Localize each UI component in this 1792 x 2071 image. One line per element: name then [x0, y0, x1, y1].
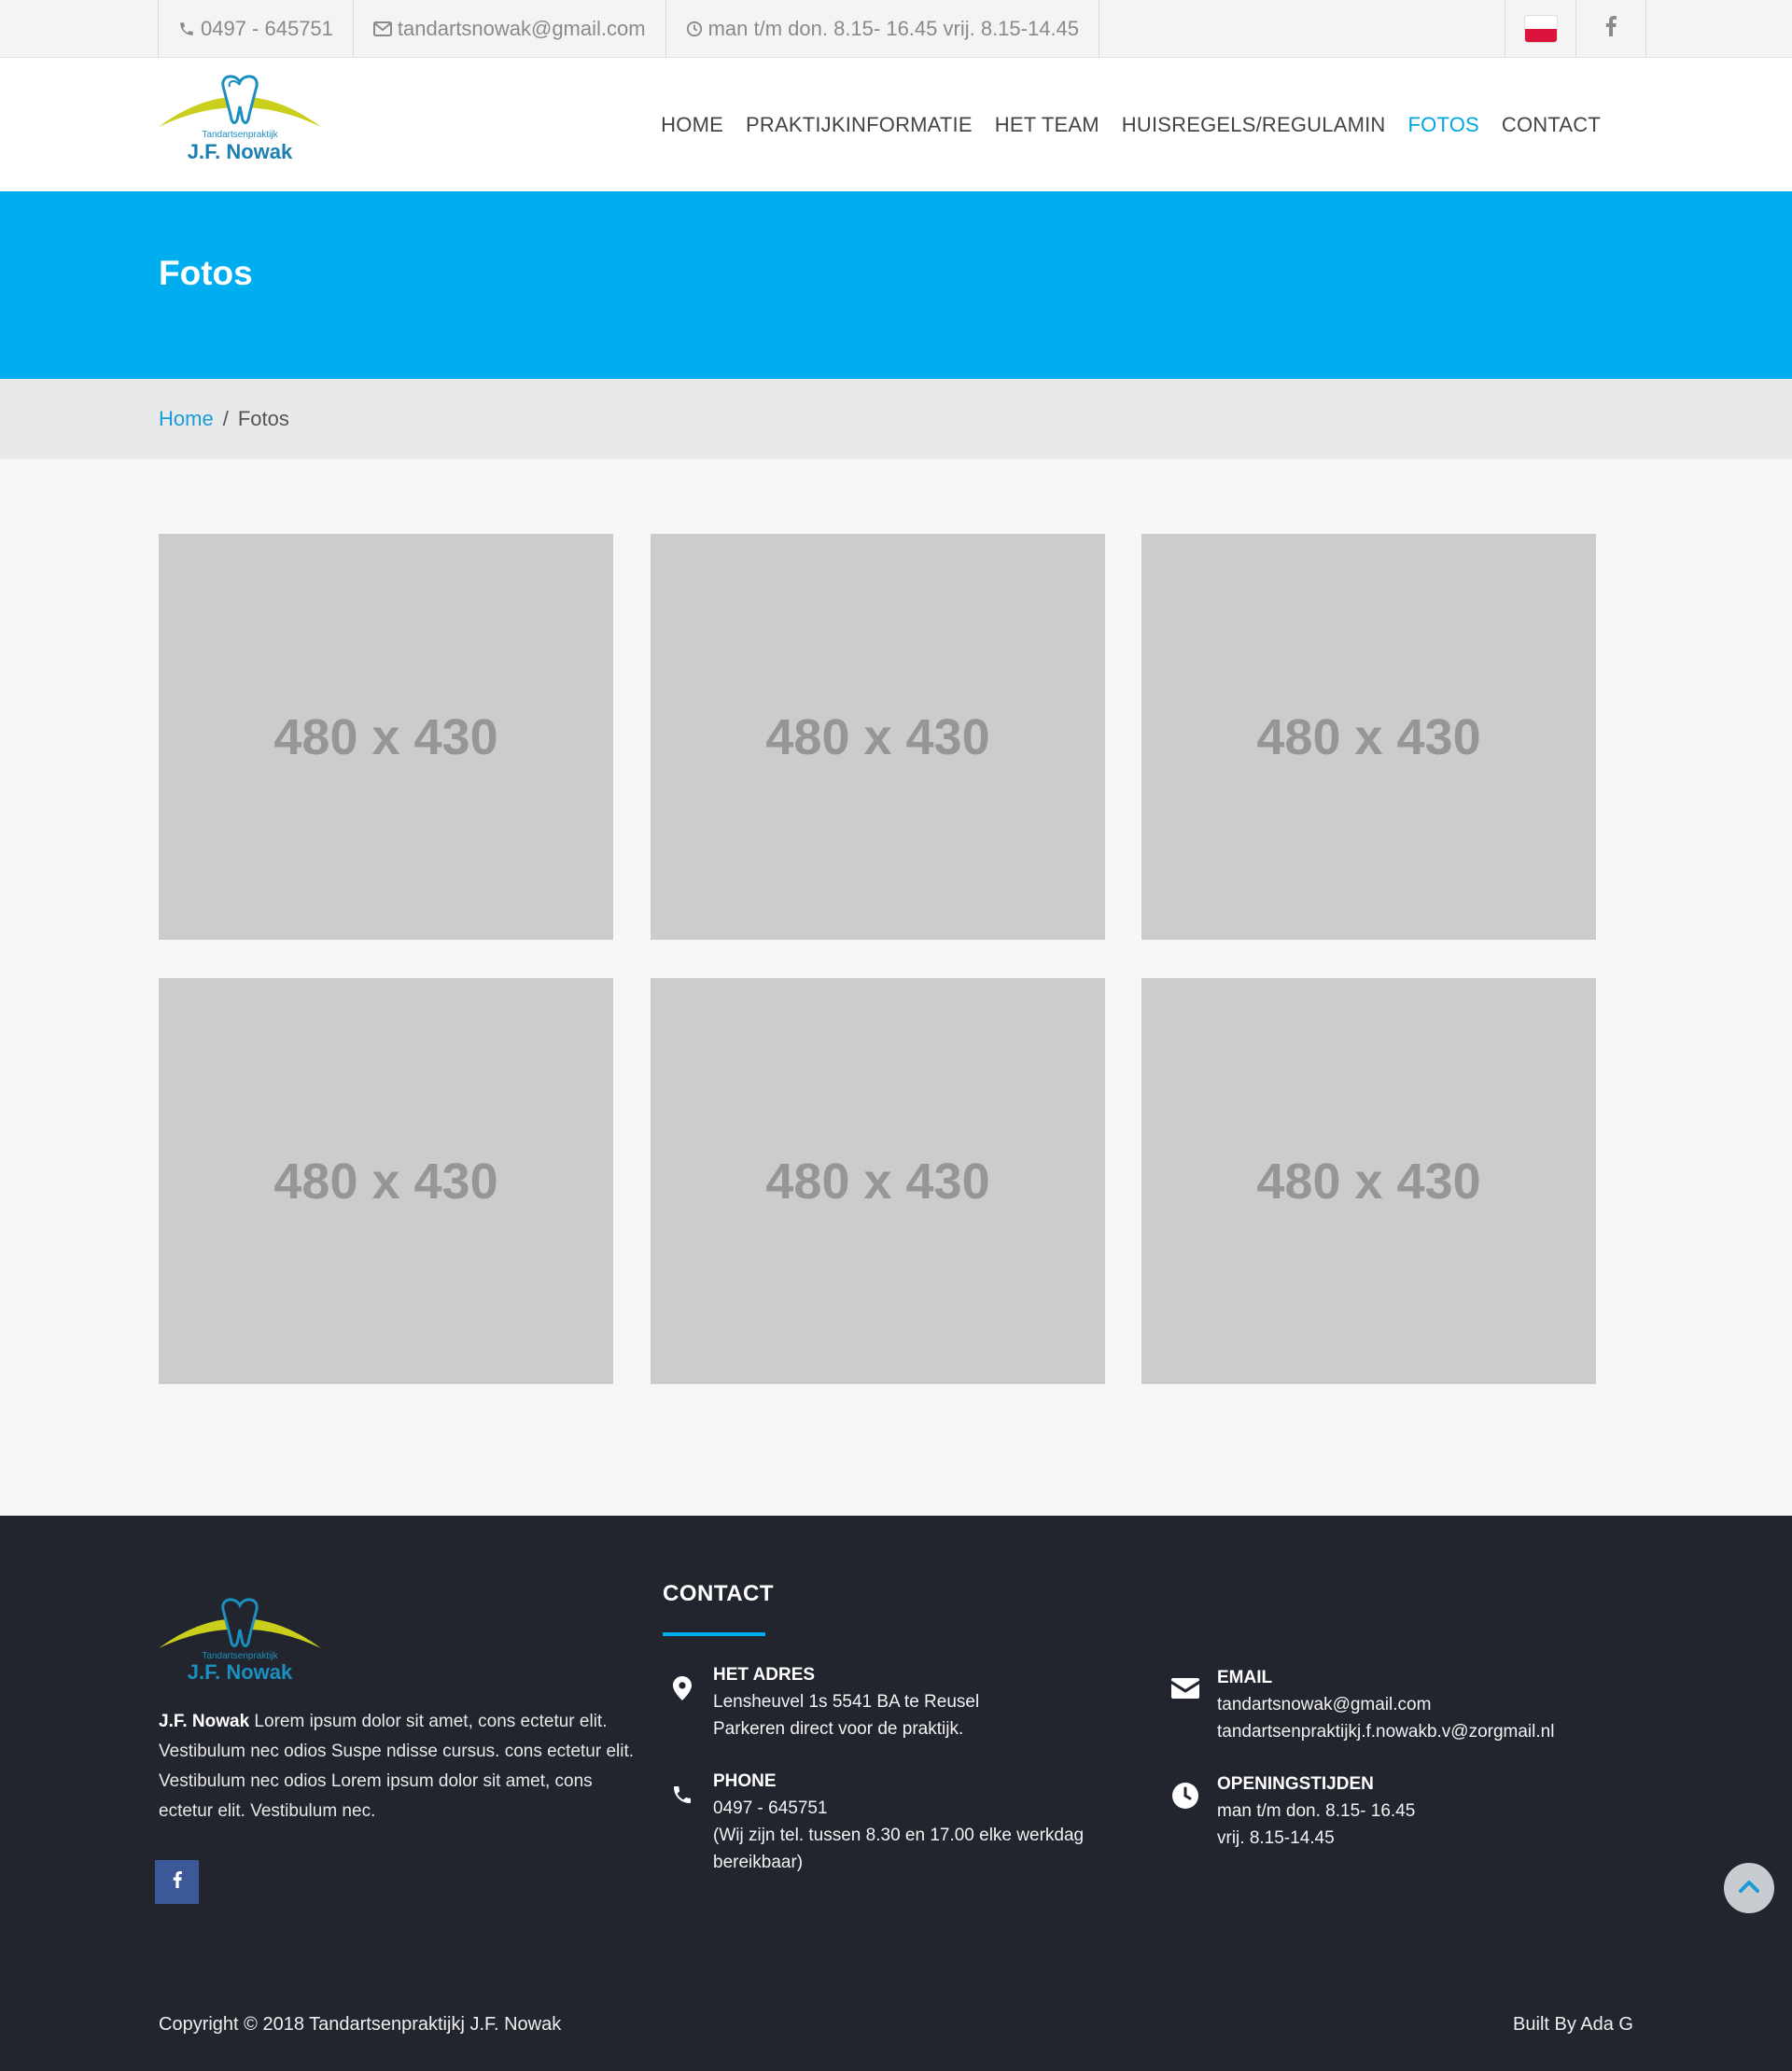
main-nav: HOME PRAKTIJKINFORMATIE HET TEAM HUISREG…: [638, 58, 1601, 191]
gallery-image-2[interactable]: 480 x 430: [651, 534, 1105, 940]
footer-copyright: Copyright © 2018 Tandartsenpraktijkj J.F…: [159, 2014, 562, 2035]
gallery-image-4[interactable]: 480 x 430: [159, 978, 613, 1384]
gallery-image-3[interactable]: 480 x 430: [1141, 534, 1596, 940]
language-switch-polish[interactable]: [1505, 0, 1575, 58]
topbar-hours-text: man t/m don. 8.15- 16.45 vrij. 8.15-14.4…: [707, 17, 1080, 40]
footer-phone-label: PHONE: [713, 1771, 777, 1791]
footer-contact-title: CONTACT: [663, 1581, 775, 1606]
footer-email: EMAIL tandartsnowak@gmail.com tandartsen…: [1217, 1664, 1554, 1745]
nav-het-team[interactable]: HET TEAM: [995, 113, 1099, 137]
facebook-icon: [173, 1871, 182, 1893]
nav-contact[interactable]: CONTACT: [1502, 113, 1601, 137]
footer-email-line2[interactable]: tandartsenpraktijkj.f.nowakb.v@zorgmail.…: [1217, 1718, 1554, 1745]
footer-hours-line1: man t/m don. 8.15- 16.45: [1217, 1801, 1416, 1821]
site-footer: Tandartsenpraktijk J.F. Nowak J.F. Nowak…: [0, 1516, 1792, 2071]
envelope-icon: [372, 21, 392, 36]
footer-address: HET ADRES Lensheuvel 1s 5541 BA te Reuse…: [713, 1661, 979, 1742]
footer-logo-name: J.F. Nowak: [188, 1660, 293, 1684]
scroll-to-top-button[interactable]: [1724, 1863, 1774, 1913]
clock-icon: [1169, 1780, 1201, 1812]
footer-about-text: J.F. Nowak Lorem ipsum dolor sit amet, c…: [159, 1707, 635, 1826]
footer-email-line1[interactable]: tandartsnowak@gmail.com: [1217, 1691, 1554, 1718]
footer-title-underline: [663, 1632, 765, 1636]
topbar-email-text: tandartsnowak@gmail.com: [397, 17, 646, 40]
page-title-band: Fotos: [0, 191, 1792, 379]
phone-icon: [666, 1779, 698, 1811]
breadcrumb-separator: /: [222, 407, 229, 430]
breadcrumb: Home / Fotos: [0, 379, 1792, 459]
breadcrumb-home[interactable]: Home: [159, 407, 214, 431]
footer-address-line2: Parkeren direct voor de praktijk.: [713, 1719, 964, 1739]
photo-gallery: 480 x 430 480 x 430 480 x 430 480 x 430 …: [0, 459, 1792, 1515]
gallery-image-1[interactable]: 480 x 430: [159, 534, 613, 940]
nav-fotos[interactable]: FOTOS: [1408, 113, 1479, 137]
footer-address-label: HET ADRES: [713, 1665, 816, 1685]
gallery-image-6[interactable]: 480 x 430: [1141, 978, 1596, 1384]
logo-subtitle: Tandartsenpraktijk: [202, 130, 278, 140]
footer-phone-line1[interactable]: 0497 - 645751: [713, 1795, 1084, 1822]
top-bar: 0497 - 645751 tandartsnowak@gmail.com ma…: [0, 0, 1792, 58]
footer-address-line1: Lensheuvel 1s 5541 BA te Reusel: [713, 1692, 980, 1712]
envelope-icon: [1169, 1672, 1201, 1704]
footer-logo[interactable]: Tandartsenpraktijk J.F. Nowak: [157, 1596, 323, 1689]
site-logo[interactable]: Tandartsenpraktijk J.F. Nowak: [157, 71, 323, 174]
topbar-hours: man t/m don. 8.15- 16.45 vrij. 8.15-14.4…: [665, 0, 1100, 58]
footer-hours-label: OPENINGSTIJDEN: [1217, 1774, 1374, 1794]
phone-icon: [178, 21, 195, 37]
footer-phone-line3: bereikbaar): [713, 1853, 804, 1872]
map-pin-icon: [666, 1672, 698, 1704]
nav-huisregels[interactable]: HUISREGELS/REGULAMIN: [1122, 113, 1386, 137]
topbar-email[interactable]: tandartsnowak@gmail.com: [352, 0, 665, 58]
topbar-phone-text: 0497 - 645751: [201, 17, 333, 40]
footer-facebook-button[interactable]: [155, 1860, 199, 1904]
footer-hours: OPENINGSTIJDEN man t/m don. 8.15- 16.45 …: [1217, 1770, 1415, 1852]
footer-phone-line2: (Wij zijn tel. tussen 8.30 en 17.00 elke…: [713, 1826, 1085, 1845]
clock-icon: [686, 21, 703, 37]
chevron-up-icon: [1739, 1880, 1759, 1897]
footer-built-by: Built By Ada G: [1513, 2014, 1633, 2035]
topbar-facebook-link[interactable]: [1575, 0, 1646, 58]
gallery-image-5[interactable]: 480 x 430: [651, 978, 1105, 1384]
footer-phone: PHONE 0497 - 645751 (Wij zijn tel. tusse…: [713, 1768, 1084, 1876]
site-header: Tandartsenpraktijk J.F. Nowak HOME PRAKT…: [0, 58, 1792, 191]
page-title: Fotos: [159, 254, 253, 292]
footer-email-label: EMAIL: [1217, 1668, 1273, 1687]
nav-home[interactable]: HOME: [661, 113, 723, 137]
facebook-icon: [1605, 16, 1617, 42]
breadcrumb-current: Fotos: [237, 407, 289, 430]
nav-praktijkinformatie[interactable]: PRAKTIJKINFORMATIE: [746, 113, 973, 137]
polish-flag-icon: [1524, 16, 1557, 42]
topbar-phone[interactable]: 0497 - 645751: [158, 0, 353, 58]
footer-about-name: J.F. Nowak: [159, 1712, 250, 1731]
logo-name: J.F. Nowak: [188, 140, 293, 163]
footer-hours-line2: vrij. 8.15-14.45: [1217, 1828, 1335, 1848]
